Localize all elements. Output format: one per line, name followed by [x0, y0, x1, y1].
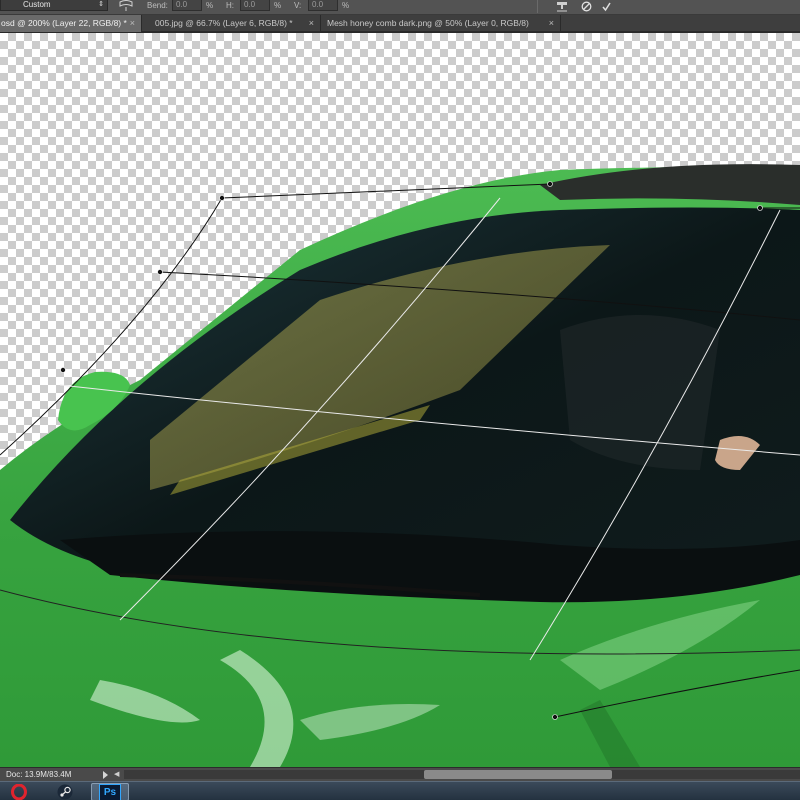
bend-label: Bend: — [147, 1, 168, 10]
toggle-warp-mode-button[interactable] — [553, 0, 571, 13]
close-icon[interactable]: × — [130, 15, 135, 32]
document-canvas[interactable] — [0, 33, 800, 767]
document-tabs: osd @ 200% (Layer 22, RGB/8) * × 005.jpg… — [0, 15, 800, 32]
checkmark-icon — [601, 2, 611, 12]
photoshop-icon: Ps — [99, 783, 121, 800]
canvas-artwork — [0, 164, 800, 767]
v-unit: % — [342, 1, 350, 10]
options-separator — [537, 0, 538, 13]
h-unit: % — [274, 1, 282, 10]
status-menu-arrow-icon[interactable] — [103, 771, 108, 779]
taskbar-app-steam[interactable] — [46, 783, 84, 800]
v-input[interactable]: 0.0 — [308, 0, 338, 11]
h-label: H: — [226, 1, 234, 10]
document-size-info: Doc: 13.9M/83.4M — [6, 770, 72, 779]
commit-transform-button[interactable] — [597, 0, 615, 13]
h-input[interactable]: 0.0 — [240, 0, 270, 11]
car-image — [0, 164, 800, 767]
warp-mode-icon — [557, 2, 567, 12]
tab-label: 005.jpg @ 66.7% (Layer 6, RGB/8) * — [155, 18, 293, 28]
steam-icon — [57, 784, 73, 800]
options-bar: Custom ⇕ Bend: 0.0 % H: 0.0 % V: 0.0 % — [0, 0, 800, 15]
close-icon[interactable]: × — [309, 15, 314, 32]
chevron-down-icon: ⇕ — [98, 1, 104, 8]
opera-icon — [11, 784, 27, 800]
close-icon[interactable]: × — [549, 15, 554, 32]
bend-input[interactable]: 0.0 — [172, 0, 202, 11]
tab-document-005[interactable]: 005.jpg @ 66.7% (Layer 6, RGB/8) * × — [149, 15, 321, 32]
horizontal-scrollbar[interactable] — [124, 770, 800, 779]
cancel-transform-button[interactable] — [577, 0, 595, 13]
cancel-icon — [581, 1, 591, 12]
bend-unit: % — [206, 1, 214, 10]
warp-orientation-icon[interactable] — [118, 0, 134, 12]
tab-document-mesh[interactable]: Mesh honey comb dark.png @ 50% (Layer 0,… — [321, 15, 561, 32]
horizontal-scrollbar-thumb[interactable] — [424, 770, 612, 779]
taskbar-app-opera[interactable] — [0, 783, 38, 800]
tab-label: osd @ 200% (Layer 22, RGB/8) * — [1, 18, 127, 28]
warp-preset-value: Custom — [23, 0, 51, 9]
status-bar: Doc: 13.9M/83.4M ◀ — [0, 767, 800, 781]
tab-document-osd[interactable]: osd @ 200% (Layer 22, RGB/8) * × — [0, 15, 142, 32]
warp-preset-select[interactable]: Custom ⇕ — [0, 0, 108, 11]
v-label: V: — [294, 1, 302, 10]
taskbar-app-photoshop[interactable]: Ps — [91, 783, 129, 800]
tab-label: Mesh honey comb dark.png @ 50% (Layer 0,… — [327, 18, 529, 28]
scroll-left-arrow-icon[interactable]: ◀ — [114, 768, 119, 781]
taskbar: Ps — [0, 781, 800, 800]
